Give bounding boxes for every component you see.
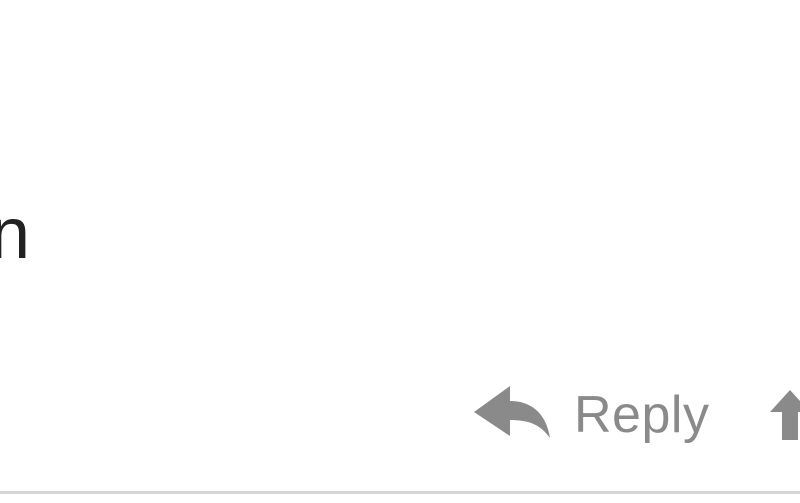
message-body-text: n — [0, 194, 31, 274]
reply-arrow-icon — [470, 384, 554, 446]
bottom-divider — [0, 491, 800, 494]
reply-all-icon[interactable] — [770, 390, 800, 440]
reply-label: Reply — [574, 386, 710, 444]
message-action-bar: Reply — [470, 380, 800, 450]
reply-button[interactable]: Reply — [470, 384, 709, 446]
email-message-pane: n Reply — [0, 0, 800, 503]
